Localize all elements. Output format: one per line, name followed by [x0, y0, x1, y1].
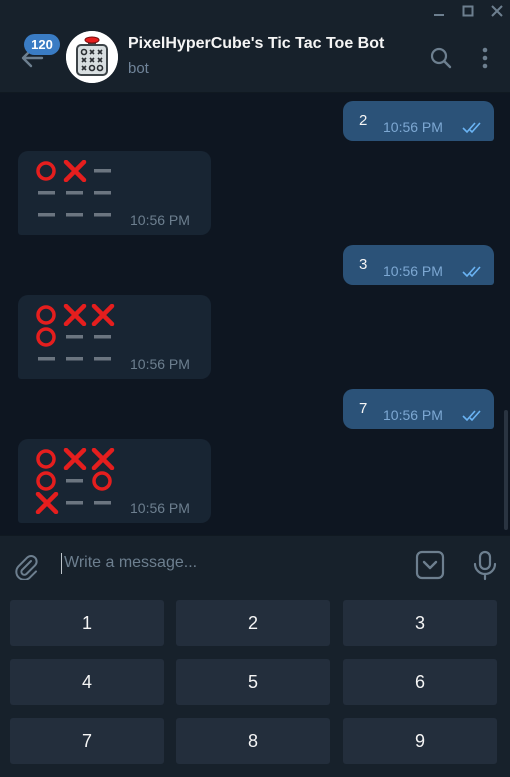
chat-header: 120 PixelHyperCube's Tic Tac Toe Bot bot	[0, 22, 510, 93]
read-checkmarks-icon	[461, 407, 487, 423]
key-4[interactable]: 4	[10, 659, 164, 705]
scrollbar[interactable]	[504, 410, 508, 530]
outgoing-message[interactable]: 3 10:56 PM	[343, 245, 494, 285]
empty-cell-icon	[90, 204, 116, 226]
empty-cell-icon	[34, 182, 60, 204]
incoming-message[interactable]: 10:56 PM	[18, 439, 211, 523]
o-mark-icon	[90, 470, 116, 492]
tic-tac-toe-board	[34, 159, 130, 220]
message-input[interactable]	[64, 550, 394, 576]
x-mark-icon	[62, 447, 88, 471]
message-time: 10:56 PM	[383, 263, 443, 279]
key-9[interactable]: 9	[343, 718, 497, 764]
text-cursor	[61, 553, 62, 574]
empty-cell-icon	[90, 348, 116, 370]
x-mark-icon	[62, 303, 88, 327]
keyboard-toggle-icon[interactable]	[414, 549, 446, 581]
search-icon[interactable]	[429, 46, 453, 70]
outgoing-message[interactable]: 7 10:56 PM	[343, 389, 494, 429]
empty-cell-icon	[62, 348, 88, 370]
message-time: 10:56 PM	[383, 119, 443, 135]
incoming-message[interactable]: 10:56 PM	[18, 151, 211, 235]
empty-cell-icon	[34, 204, 60, 226]
x-mark-icon	[90, 303, 116, 327]
empty-cell-icon	[62, 492, 88, 514]
x-mark-icon	[34, 491, 60, 515]
message-text: 3	[359, 256, 368, 273]
empty-cell-icon	[34, 348, 60, 370]
o-mark-icon	[34, 448, 60, 470]
empty-cell-icon	[90, 182, 116, 204]
tic-tac-toe-board	[34, 303, 130, 364]
read-checkmarks-icon	[461, 263, 487, 279]
paperclip-icon[interactable]	[12, 552, 40, 581]
key-5[interactable]: 5	[176, 659, 330, 705]
key-1[interactable]: 1	[10, 600, 164, 646]
key-7[interactable]: 7	[10, 718, 164, 764]
minimize-icon[interactable]	[424, 0, 454, 22]
empty-cell-icon	[62, 204, 88, 226]
empty-cell-icon	[62, 182, 88, 204]
chat-title[interactable]: PixelHyperCube's Tic Tac Toe Bot	[128, 35, 384, 53]
outgoing-message[interactable]: 2 10:56 PM	[343, 101, 494, 141]
message-text: 2	[359, 112, 368, 129]
key-8[interactable]: 8	[176, 718, 330, 764]
o-mark-icon	[34, 160, 60, 182]
empty-cell-icon	[90, 160, 116, 182]
message-time: 10:56 PM	[130, 500, 190, 516]
message-time: 10:56 PM	[383, 407, 443, 423]
o-mark-icon	[34, 470, 60, 492]
o-mark-icon	[34, 326, 60, 348]
o-mark-icon	[34, 304, 60, 326]
message-list[interactable]: 2 10:56 PM 10:56 PM 3 10:56 PM 10:56 PM …	[0, 93, 510, 535]
window-titlebar	[0, 0, 510, 22]
close-icon[interactable]	[482, 0, 510, 22]
x-mark-icon	[62, 159, 88, 183]
microphone-icon[interactable]	[472, 549, 498, 581]
incoming-message[interactable]: 10:56 PM	[18, 295, 211, 379]
message-time: 10:56 PM	[130, 356, 190, 372]
empty-cell-icon	[62, 326, 88, 348]
empty-cell-icon	[90, 326, 116, 348]
more-vertical-icon[interactable]	[474, 46, 496, 70]
message-text: 7	[359, 400, 368, 417]
key-6[interactable]: 6	[343, 659, 497, 705]
tic-tac-toe-board	[34, 447, 130, 515]
x-mark-icon	[90, 447, 116, 471]
message-time: 10:56 PM	[130, 212, 190, 228]
unread-badge: 120	[24, 34, 60, 55]
maximize-icon[interactable]	[453, 0, 483, 22]
bot-avatar[interactable]	[66, 31, 118, 83]
chat-subtitle: bot	[128, 60, 149, 77]
reply-keyboard: 1 2 3 4 5 6 7 8 9	[0, 591, 510, 777]
compose-bar	[0, 535, 510, 592]
empty-cell-icon	[62, 470, 88, 492]
read-checkmarks-icon	[461, 119, 487, 135]
key-3[interactable]: 3	[343, 600, 497, 646]
key-2[interactable]: 2	[176, 600, 330, 646]
empty-cell-icon	[90, 492, 116, 514]
